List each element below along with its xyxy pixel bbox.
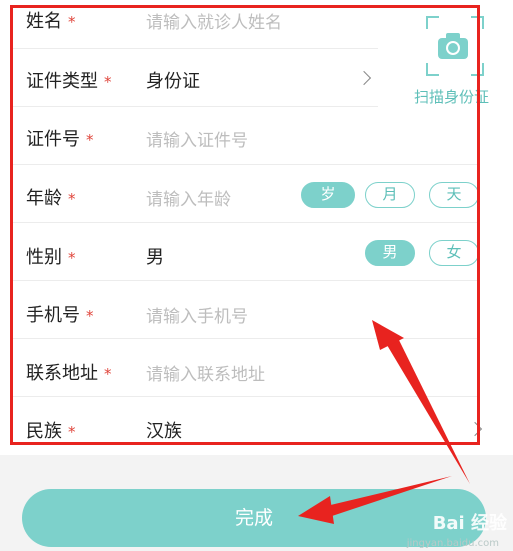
id-number-input[interactable]: 请输入证件号 bbox=[146, 126, 248, 151]
id-type-value: 身份证 bbox=[146, 71, 200, 92]
patient-form: 姓名 * 请输入就诊人姓名 证件类型 * 身份证 扫描身份证 证件号 * 请输入证件号… bbox=[0, 0, 513, 455]
id-type-label: 证件类型 * bbox=[26, 71, 112, 92]
required-mark: * bbox=[68, 249, 76, 267]
gender-label: 性别 * bbox=[26, 247, 76, 268]
phone-label: 手机号 * bbox=[26, 305, 94, 326]
watermark-url: jingyan.baidu.com bbox=[406, 538, 499, 549]
name-input[interactable]: 请输入就诊人姓名 bbox=[146, 8, 282, 33]
phone-row: 手机号 * 请输入手机号 bbox=[12, 281, 480, 339]
age-input[interactable]: 请输入年龄 bbox=[146, 185, 231, 210]
ethnicity-value: 汉族 bbox=[146, 421, 182, 442]
required-mark: * bbox=[86, 131, 94, 149]
scan-id-label[interactable]: 扫描身份证 bbox=[414, 86, 489, 107]
address-row: 联系地址 * 请输入联系地址 bbox=[12, 339, 480, 397]
chevron-right-icon bbox=[356, 70, 372, 86]
corner-bracket bbox=[426, 63, 439, 76]
phone-input[interactable]: 请输入手机号 bbox=[146, 302, 248, 327]
id-type-row[interactable]: 证件类型 * 身份证 bbox=[12, 49, 378, 107]
required-mark: * bbox=[68, 13, 76, 31]
address-label: 联系地址 * bbox=[26, 363, 112, 384]
gender-value: 男 bbox=[146, 247, 164, 268]
age-label: 年龄 * bbox=[26, 188, 76, 209]
name-row: 姓名 * 请输入就诊人姓名 bbox=[12, 0, 378, 49]
ethnicity-label: 民族 * bbox=[26, 421, 76, 442]
required-mark: * bbox=[68, 190, 76, 208]
required-mark: * bbox=[86, 307, 94, 325]
ethnicity-row[interactable]: 民族 * 汉族 bbox=[12, 397, 483, 455]
chevron-right-icon bbox=[467, 421, 483, 437]
gender-row: 性别 * 男 男 女 bbox=[12, 223, 480, 281]
required-mark: * bbox=[104, 73, 112, 91]
corner-bracket bbox=[471, 16, 484, 29]
id-number-row: 证件号 * 请输入证件号 bbox=[12, 107, 480, 165]
gender-option-female[interactable]: 女 bbox=[429, 240, 479, 266]
watermark-brand: Bai 经验 bbox=[432, 513, 507, 534]
camera-lens bbox=[446, 41, 460, 55]
required-mark: * bbox=[104, 365, 112, 383]
age-row: 年龄 * 请输入年龄 岁 月 天 bbox=[12, 165, 480, 223]
address-input[interactable]: 请输入联系地址 bbox=[146, 360, 265, 385]
id-number-label: 证件号 * bbox=[26, 129, 94, 150]
corner-bracket bbox=[426, 16, 439, 29]
gender-option-male[interactable]: 男 bbox=[365, 240, 415, 266]
age-unit-month[interactable]: 月 bbox=[365, 182, 415, 208]
required-mark: * bbox=[68, 423, 76, 441]
corner-bracket bbox=[471, 63, 484, 76]
age-unit-day[interactable]: 天 bbox=[429, 182, 479, 208]
name-label: 姓名 * bbox=[26, 11, 76, 32]
age-unit-year[interactable]: 岁 bbox=[301, 182, 355, 208]
